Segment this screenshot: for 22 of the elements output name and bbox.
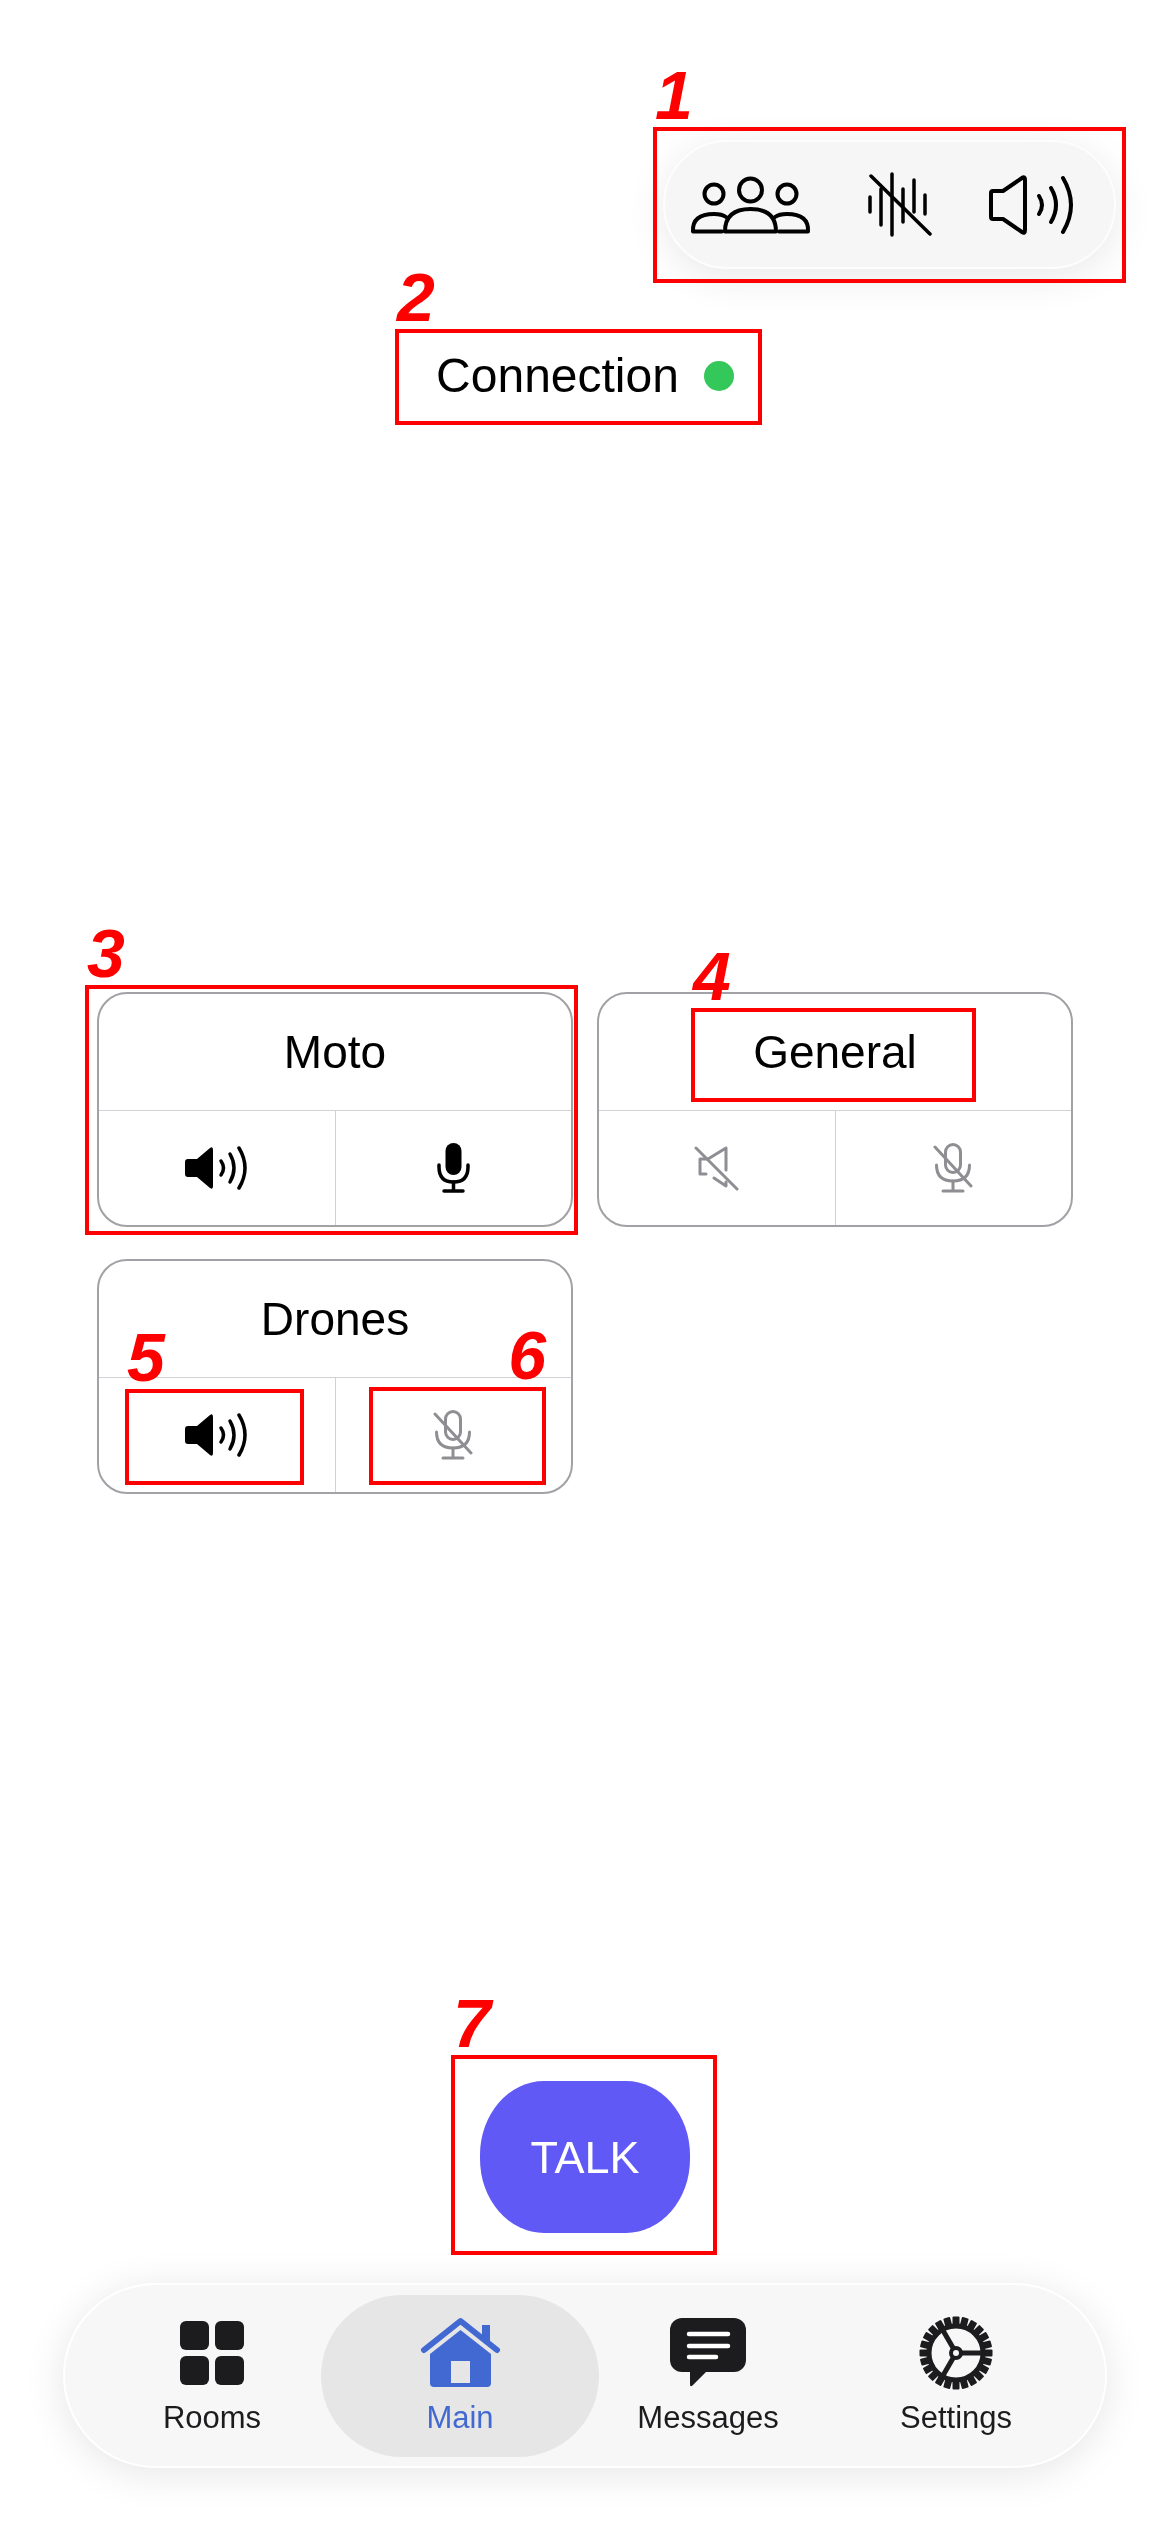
annotation-number: 3: [87, 919, 125, 987]
annotation-number: 2: [397, 263, 435, 331]
chat-bubble-icon: [670, 2317, 746, 2388]
annotation-number: 4: [693, 942, 731, 1010]
channel-name: Drones: [260, 1292, 410, 1347]
speaker-icon[interactable]: [989, 173, 1076, 236]
waveform-slash-icon[interactable]: [868, 172, 932, 237]
grid-icon: [180, 2320, 244, 2385]
nav-tab[interactable]: Rooms: [112, 2294, 312, 2457]
gear-icon: [919, 2315, 993, 2390]
home-icon: [419, 2317, 501, 2388]
nav-tab[interactable]: Messages: [608, 2294, 808, 2457]
channel-name: Moto: [283, 1025, 387, 1080]
nav-tab[interactable]: Settings: [856, 2294, 1056, 2457]
annotation-number: 1: [655, 61, 693, 129]
people-icon[interactable]: [690, 175, 811, 234]
connection-label: Connection: [436, 348, 679, 404]
talk-button[interactable]: TALK: [480, 2081, 690, 2233]
annotation-number: 5: [127, 1323, 165, 1391]
channel-name: General: [753, 1025, 917, 1080]
nav-tab[interactable]: Main: [321, 2294, 599, 2457]
annotation-number: 6: [508, 1321, 546, 1389]
